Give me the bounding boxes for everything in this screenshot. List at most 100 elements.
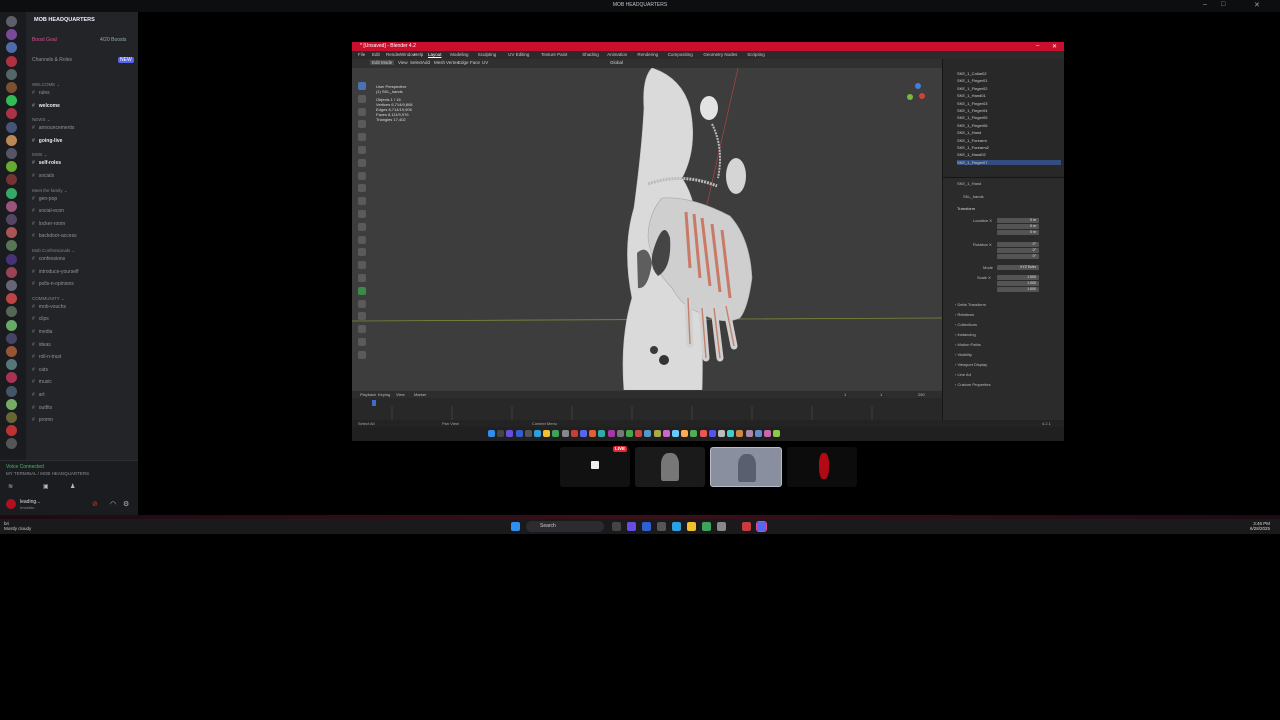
timeline-end[interactable]: 250: [918, 392, 925, 397]
channel-item[interactable]: # social-econ: [32, 208, 64, 214]
gear-icon[interactable]: ⚙: [123, 500, 129, 508]
shared-taskbar-icon[interactable]: [644, 430, 652, 437]
server-icon[interactable]: [6, 95, 17, 107]
app-icon-2[interactable]: [642, 522, 651, 531]
tool-icon[interactable]: [358, 299, 366, 308]
server-icon[interactable]: [6, 306, 17, 318]
taskview-icon[interactable]: [612, 522, 621, 531]
view-menu-view[interactable]: View: [398, 60, 408, 65]
outliner-row[interactable]: SKE_1_Finger06: [957, 123, 1061, 128]
shared-taskbar-icon[interactable]: [662, 430, 670, 437]
channel-item[interactable]: # welcome: [32, 103, 60, 109]
channel-item[interactable]: # announcements: [32, 125, 74, 131]
tool-icon[interactable]: [358, 184, 366, 193]
clock[interactable]: 3:46 PM 6/28/2025: [1250, 521, 1270, 531]
shared-taskbar-icon[interactable]: [681, 430, 689, 437]
3d-viewport[interactable]: User Perspective (1) SKL_hands Objects 1…: [352, 68, 942, 390]
blender-minimize[interactable]: –: [1036, 43, 1039, 49]
tool-icon[interactable]: [358, 107, 366, 116]
menu-compositing[interactable]: Compositing: [668, 52, 693, 57]
tool-icon[interactable]: [358, 235, 366, 244]
properties-panel[interactable]: SKE_1_Hand SKL_hands Transform Location …: [942, 177, 1064, 420]
server-icon[interactable]: [6, 319, 17, 331]
taskbar-search[interactable]: Search: [526, 521, 604, 532]
shared-taskbar-icon[interactable]: [543, 430, 551, 437]
panel-visibility[interactable]: › Visibility: [955, 352, 972, 357]
channel-item[interactable]: # going-live: [32, 138, 62, 144]
shared-taskbar-icon[interactable]: [690, 430, 698, 437]
outliner-row[interactable]: SKE_1_Collar02: [957, 71, 1061, 76]
panel-custom-properties[interactable]: › Custom Properties: [955, 382, 991, 387]
menu-layout[interactable]: Layout: [428, 52, 442, 57]
shared-taskbar-icon[interactable]: [607, 430, 615, 437]
menu-texture-paint[interactable]: Texture Paint: [541, 52, 567, 57]
shared-taskbar-icon[interactable]: [718, 430, 725, 437]
server-icon[interactable]: [6, 346, 17, 357]
channel-item[interactable]: # outfits: [32, 405, 52, 411]
server-icon[interactable]: [6, 134, 17, 146]
shared-taskbar-icon[interactable]: [653, 430, 661, 437]
folder-icon[interactable]: [687, 522, 696, 531]
server-icon[interactable]: [6, 29, 17, 41]
shared-taskbar-icon[interactable]: [589, 430, 597, 437]
shared-taskbar-icon[interactable]: [552, 430, 560, 437]
tool-icon[interactable]: [358, 94, 366, 103]
menu-shading[interactable]: Shading: [582, 52, 599, 57]
outliner[interactable]: SKE_1_Collar02 SKE_1_Finger01 SKE_1_Finger…: [942, 59, 1064, 177]
menu-scripting[interactable]: Scripting: [747, 52, 765, 57]
blender-close[interactable]: ✕: [1052, 43, 1057, 50]
tool-icon[interactable]: [358, 210, 366, 218]
shared-taskbar-icon[interactable]: [570, 430, 578, 437]
panel-relations[interactable]: › Relations: [955, 312, 974, 317]
channel-item[interactable]: # rules: [32, 90, 50, 96]
tool-icon[interactable]: [358, 338, 366, 346]
weather-widget[interactable]: bri Mostly cloudy: [4, 521, 31, 531]
view-menu-face[interactable]: Face: [470, 60, 480, 65]
server-icon[interactable]: [6, 174, 17, 186]
channel-category[interactable]: NEWS ⌄: [32, 117, 51, 123]
props-object-name[interactable]: SKE_1_Hand: [957, 181, 981, 186]
timeline-menu-playback[interactable]: Playback: [360, 392, 376, 397]
channel-item[interactable]: # music: [32, 379, 52, 385]
outliner-row[interactable]: SKE_1_Forearm: [957, 138, 1061, 143]
panel-collections[interactable]: › Collections: [955, 322, 977, 327]
outliner-row[interactable]: SKE_1_Hand01: [957, 93, 1061, 98]
timeline-start[interactable]: 1: [880, 392, 882, 397]
server-icon[interactable]: [6, 148, 17, 159]
server-icon[interactable]: [6, 425, 17, 437]
channel-item[interactable]: # backdoor-access: [32, 233, 77, 239]
shared-taskbar-icon[interactable]: [561, 430, 569, 437]
view-menu-uv[interactable]: UV: [482, 60, 488, 65]
shared-taskbar-icon[interactable]: [699, 430, 707, 437]
menu-animation[interactable]: Animation: [607, 52, 627, 57]
panel-viewport-display[interactable]: › Viewport Display: [955, 362, 987, 367]
shared-taskbar-icon[interactable]: [506, 430, 514, 437]
server-icon[interactable]: [6, 42, 17, 54]
app-icon-5[interactable]: [717, 522, 726, 531]
tool-icon[interactable]: [358, 350, 366, 359]
close-button[interactable]: ✕: [1254, 1, 1260, 9]
app-icon-4[interactable]: [702, 522, 711, 531]
shared-taskbar-icon[interactable]: [515, 430, 523, 437]
channel-category[interactable]: WELCOME ⌄: [32, 82, 60, 88]
timeline-frame[interactable]: 1: [844, 392, 846, 397]
maximize-button[interactable]: □: [1221, 1, 1225, 8]
server-icon[interactable]: [6, 121, 17, 133]
discord-icon[interactable]: [756, 521, 767, 532]
shared-taskbar-icon[interactable]: [626, 430, 633, 437]
channel-item[interactable]: # polls-n-opinions: [32, 281, 74, 287]
server-icon[interactable]: [6, 200, 17, 212]
tool-icon[interactable]: [358, 222, 366, 231]
outliner-row[interactable]: SKE_1_Finger01: [957, 78, 1061, 83]
menu-geometry-nodes[interactable]: Geometry Nodes: [703, 52, 737, 57]
channel-item[interactable]: # self-roles: [32, 160, 61, 166]
channel-item[interactable]: # ideas: [32, 342, 51, 348]
server-icon[interactable]: [6, 214, 17, 225]
channel-item[interactable]: # mob-vouchs: [32, 304, 66, 310]
screen-share-icon[interactable]: ▣: [43, 483, 49, 490]
server-icon[interactable]: [6, 253, 17, 265]
timeline-menu-marker[interactable]: Marker: [414, 392, 426, 397]
avatar[interactable]: [6, 499, 16, 509]
app-icon-6[interactable]: [742, 522, 751, 531]
channel-item[interactable]: # cats: [32, 367, 48, 373]
